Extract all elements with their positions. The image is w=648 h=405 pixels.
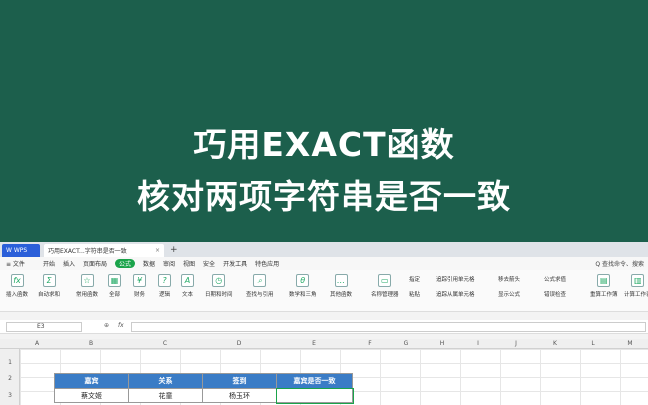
formula-bar: E3 ⊕ fx <box>0 320 648 334</box>
money-icon: ¥ <box>133 274 146 287</box>
command-search[interactable]: Q 查找命令、搜索 <box>595 259 644 268</box>
datetime-button[interactable]: ◷ 日期和时间 <box>205 274 233 298</box>
lookup-button[interactable]: ⌕ 查找与引用 <box>246 274 274 298</box>
row-header[interactable]: 1 <box>0 359 20 366</box>
column-header[interactable]: L <box>574 340 612 347</box>
menu-view[interactable]: 视图 <box>183 259 195 268</box>
calc-sheet-icon: ▥ <box>631 274 645 287</box>
menu-developer[interactable]: 开发工具 <box>223 259 247 268</box>
tab-bar: W WPS 巧用EXACT...字符串是否一致 × + <box>0 242 648 257</box>
header-checkin[interactable]: 签到 <box>202 373 277 389</box>
menu-security[interactable]: 安全 <box>203 259 215 268</box>
header-guest[interactable]: 嘉宾 <box>54 373 129 389</box>
guest-table: 嘉宾 关系 签到 嘉宾是否一致 蔡文姬 花童 杨玉环 <box>54 373 354 404</box>
paste-button[interactable]: 粘贴 <box>409 290 420 298</box>
other-functions-button[interactable]: … 其他函数 <box>330 274 352 298</box>
menu-bar: ≡ 文件 开始 插入 页面布局 公式 数据 审阅 视图 安全 开发工具 特色应用… <box>0 257 648 270</box>
video-frame: 巧用EXACT函数 核对两项字符串是否一致 W WPS 巧用EXACT...字符… <box>0 0 648 405</box>
zoom-icon[interactable]: ⊕ <box>104 322 109 329</box>
remove-arrows-button[interactable]: 移去箭头 <box>498 275 520 283</box>
grid-icon: ▦ <box>108 274 121 287</box>
specify-button[interactable]: 指定 <box>409 275 420 283</box>
menu-start[interactable]: 开始 <box>43 259 55 268</box>
column-header[interactable]: M <box>612 340 648 347</box>
column-header[interactable]: F <box>352 340 388 347</box>
column-header[interactable]: K <box>536 340 574 347</box>
dots-icon: … <box>334 274 348 287</box>
all-functions-button[interactable]: ▦ 全部 <box>108 274 121 298</box>
menu-review[interactable]: 审阅 <box>163 259 175 268</box>
name-manager-button[interactable]: ▭ 名称管理器 <box>371 274 399 298</box>
menu-insert[interactable]: 插入 <box>63 259 75 268</box>
cell-relation[interactable]: 花童 <box>128 388 203 403</box>
file-menu[interactable]: ≡ 文件 <box>6 259 25 268</box>
formula-ribbon: fx 插入函数 Σ 自动求和 ☆ 常用函数 ▦ 全部 ¥ 财务 ? 逻辑 A 文本 ◷ 日期和时… <box>0 270 648 312</box>
formula-input[interactable] <box>131 322 646 332</box>
row-headers: 1 2 3 <box>0 349 20 405</box>
table-header-row: 嘉宾 关系 签到 嘉宾是否一致 <box>54 373 353 389</box>
autosum-button[interactable]: Σ 自动求和 <box>38 274 60 298</box>
title-banner: 巧用EXACT函数 核对两项字符串是否一致 <box>0 0 648 242</box>
theta-icon: θ <box>296 274 310 287</box>
title-line-1: 巧用EXACT函数 <box>193 125 455 164</box>
header-relation[interactable]: 关系 <box>128 373 203 389</box>
question-icon: ? <box>158 274 171 287</box>
column-header[interactable]: H <box>424 340 460 347</box>
cell-checkin[interactable]: 杨玉环 <box>202 388 277 403</box>
name-box[interactable]: E3 <box>6 322 82 332</box>
cell-guest[interactable]: 蔡文姬 <box>54 388 129 403</box>
common-functions-button[interactable]: ☆ 常用函数 <box>76 274 98 298</box>
formula-eval-button[interactable]: 公式求值 <box>544 275 566 283</box>
calc-sheet-button[interactable]: ▥计算工作表 <box>624 274 648 298</box>
column-header[interactable]: D <box>202 340 276 347</box>
header-match[interactable]: 嘉宾是否一致 <box>276 373 353 389</box>
sigma-icon: Σ <box>42 274 56 287</box>
text-button[interactable]: A 文本 <box>181 274 194 298</box>
trace-dependents-button[interactable]: 追踪从属单元格 <box>436 290 475 298</box>
insert-function-button[interactable]: fx 插入函数 <box>6 274 28 298</box>
text-icon: A <box>181 274 194 287</box>
document-tab[interactable]: 巧用EXACT...字符串是否一致 × <box>44 244 164 257</box>
clock-icon: ◷ <box>212 274 226 287</box>
wps-home-tab[interactable]: W WPS <box>2 244 40 257</box>
menu-page-layout[interactable]: 页面布局 <box>83 259 107 268</box>
menu-formulas[interactable]: 公式 <box>114 259 135 268</box>
document-tab-label: 巧用EXACT...字符串是否一致 <box>48 248 127 255</box>
column-header[interactable]: B <box>54 340 128 347</box>
menu-features[interactable]: 特色应用 <box>255 259 279 268</box>
column-header[interactable]: A <box>20 340 54 347</box>
title-line-2: 核对两项字符串是否一致 <box>137 177 511 216</box>
row-header[interactable]: 2 <box>0 375 20 382</box>
menu-data[interactable]: 数据 <box>143 259 155 268</box>
fx-icon: fx <box>10 274 24 287</box>
finance-button[interactable]: ¥ 财务 <box>133 274 146 298</box>
new-tab-button[interactable]: + <box>170 244 178 257</box>
math-button[interactable]: θ 数学和三角 <box>289 274 317 298</box>
fx-label[interactable]: fx <box>118 322 124 329</box>
lookup-icon: ⌕ <box>253 274 267 287</box>
logic-button[interactable]: ? 逻辑 <box>158 274 171 298</box>
recalc-workbook-button[interactable]: ▤ 重算工作簿 <box>590 274 618 298</box>
column-header[interactable]: I <box>460 340 496 347</box>
show-formula-button[interactable]: 显示公式 <box>498 290 520 298</box>
cell-match-selected[interactable] <box>275 387 354 404</box>
column-headers: A B C D E F G H I J K L M <box>0 339 648 349</box>
close-tab-icon[interactable]: × <box>155 247 160 254</box>
column-header[interactable]: J <box>496 340 536 347</box>
star-icon: ☆ <box>80 274 94 287</box>
row-header[interactable]: 3 <box>0 392 20 399</box>
column-header[interactable]: G <box>388 340 424 347</box>
table-row: 蔡文姬 花童 杨玉环 <box>54 387 354 404</box>
column-header[interactable]: E <box>276 340 352 347</box>
error-check-button[interactable]: 错误检查 <box>544 290 566 298</box>
column-header[interactable]: C <box>128 340 202 347</box>
calc-icon: ▤ <box>597 274 611 287</box>
tag-icon: ▭ <box>378 274 392 287</box>
trace-precedents-button[interactable]: 追踪引用单元格 <box>436 275 475 283</box>
